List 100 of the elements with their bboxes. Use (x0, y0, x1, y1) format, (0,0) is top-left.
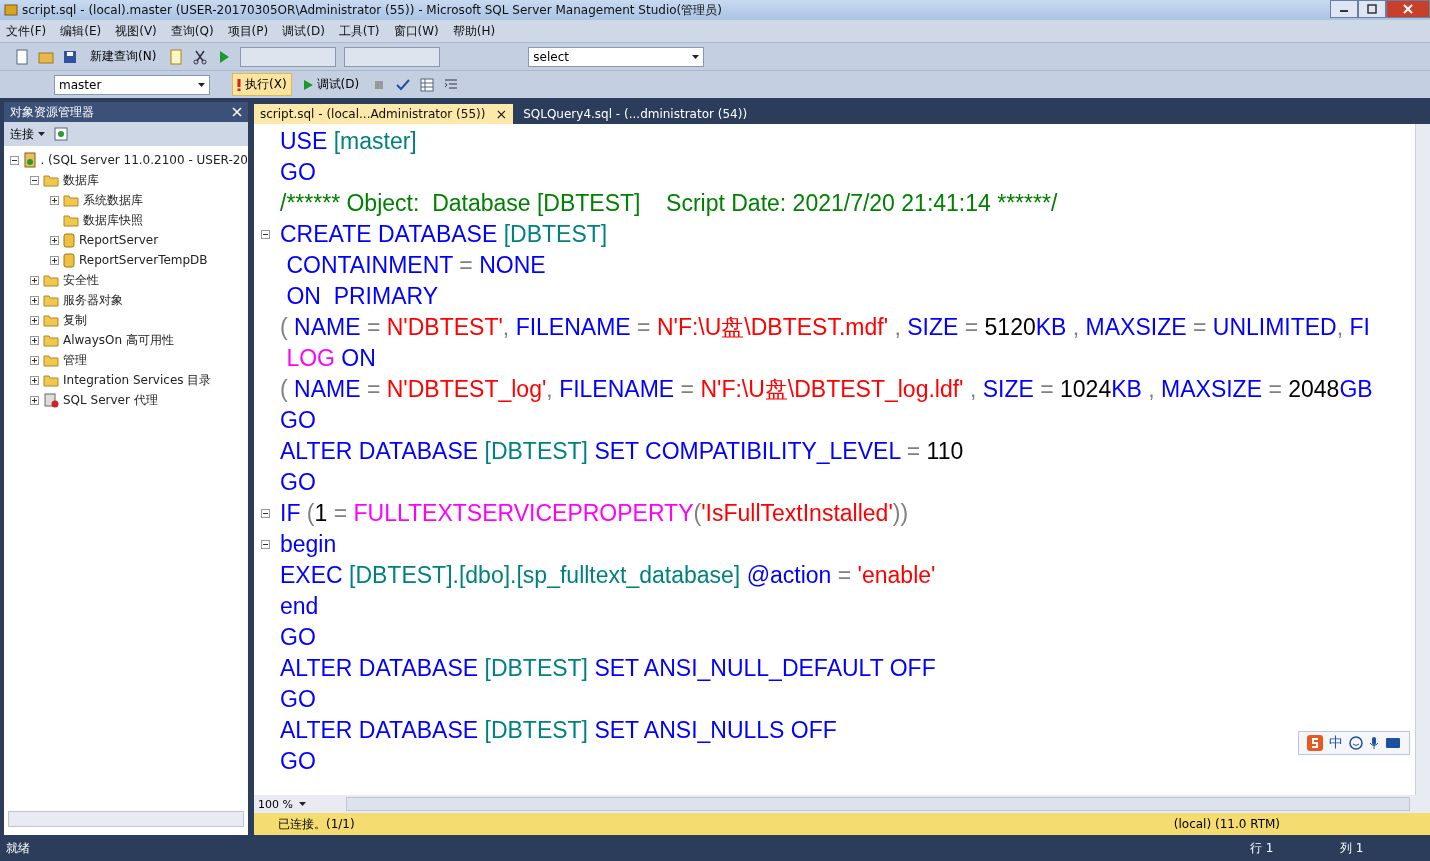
code-line: ALTER DATABASE [DBTEST] SET COMPATIBILITY_LEVEL = 110 (280, 438, 964, 465)
code-line: begin (280, 531, 337, 558)
menu-item[interactable]: 项目(P) (227, 22, 269, 40)
tree-item[interactable]: 管理 (63, 351, 87, 369)
expand-icon[interactable] (50, 195, 59, 205)
code-line: end (280, 593, 319, 620)
code-line: USE [master] (280, 128, 417, 155)
folder-icon (43, 373, 59, 387)
menu-item[interactable]: 查询(Q) (170, 22, 214, 40)
tree-item[interactable]: 服务器对象 (63, 291, 123, 309)
folder-icon (43, 313, 59, 327)
server-icon (23, 152, 37, 168)
expand-icon[interactable] (30, 395, 39, 405)
code-line: /****** Object: Database [DBTEST] Script Date: 2021/7/20 21:41:14 ******/ (280, 190, 1058, 217)
folder-icon (43, 353, 59, 367)
document-icon[interactable] (14, 48, 30, 65)
horizontal-scrollbar[interactable] (8, 811, 244, 827)
tree-item[interactable]: 数据库快照 (83, 211, 143, 229)
menu-item[interactable]: 文件(F) (6, 22, 47, 40)
menu-item[interactable]: 工具(T) (338, 22, 380, 40)
collapse-icon[interactable] (10, 155, 19, 165)
code-line: CONTAINMENT = NONE (285, 252, 546, 279)
database-dropdown[interactable]: master (54, 74, 210, 95)
expand-icon[interactable] (30, 375, 39, 385)
tree-item[interactable]: AlwaysOn 高可用性 (63, 331, 174, 349)
minimize-button[interactable] (1330, 0, 1358, 18)
keyboard-icon (1385, 737, 1401, 749)
tree-item[interactable]: Integration Services 目录 (63, 371, 212, 389)
caret-icon (692, 54, 700, 59)
expand-icon[interactable] (30, 335, 39, 345)
ime-toolbar[interactable]: 中 (1298, 731, 1410, 755)
code-line: GO (280, 469, 316, 496)
tree-item[interactable]: 复制 (63, 311, 87, 329)
tree-item[interactable]: ReportServer (79, 233, 159, 247)
folder-icon (43, 273, 59, 287)
collapse-icon[interactable] (30, 175, 39, 185)
close-button[interactable] (1386, 0, 1430, 18)
expand-icon[interactable] (30, 295, 39, 305)
folder-icon (63, 213, 79, 227)
connect-button[interactable]: 连接 (10, 125, 45, 143)
close-icon (1403, 4, 1413, 14)
microphone-icon (1369, 736, 1379, 750)
menu-item[interactable]: 帮助(H) (452, 22, 496, 40)
debug-button[interactable]: 调试(D) (299, 74, 364, 95)
caret-icon (198, 82, 205, 87)
refresh-icon[interactable] (53, 126, 69, 142)
expand-icon[interactable] (30, 275, 39, 285)
tree-item[interactable]: 安全性 (63, 271, 99, 289)
column-number: 列 1 (1340, 839, 1365, 857)
maximize-button[interactable] (1358, 0, 1386, 18)
expand-icon[interactable] (50, 235, 59, 245)
app-icon (4, 3, 18, 17)
caret-icon (38, 132, 45, 136)
dropdown-field[interactable] (240, 46, 337, 67)
line-number: 行 1 (1250, 839, 1275, 857)
code-line: ALTER DATABASE [DBTEST] SET ANSI_NULL_DEFAULT OFF (280, 655, 936, 682)
tree-item[interactable]: . (SQL Server 11.0.2100 - USER-20 (40, 153, 248, 167)
collapse-icon[interactable] (261, 230, 270, 239)
code-line: GO (280, 748, 316, 775)
tree-item[interactable]: SQL Server 代理 (63, 391, 158, 409)
exclamation-icon (237, 78, 241, 91)
horizontal-scrollbar[interactable] (346, 797, 1410, 811)
scissors-icon[interactable] (192, 48, 209, 65)
code-line: CREATE DATABASE [DBTEST] (280, 221, 608, 248)
code-line: ( NAME = N'DBTEST', FILENAME = N'F:\U盘\DBTEST.mdf' , SIZE = 5120KB , MAXSIZE = UNLIMITED, FI (280, 313, 1370, 342)
save-icon[interactable] (62, 48, 78, 65)
close-icon[interactable] (232, 107, 242, 117)
editor-tab[interactable]: SQLQuery4.sql - (...dministrator (54)) (517, 104, 754, 124)
code-line: ALTER DATABASE [DBTEST] SET ANSI_NULLS OFF (280, 717, 837, 744)
menu-item[interactable]: 窗口(W) (393, 22, 439, 40)
execute-button[interactable]: 执行(X) (232, 73, 292, 96)
new-query-button[interactable]: 新建查询(N) (86, 46, 161, 67)
tree-item[interactable]: 数据库 (63, 171, 99, 189)
editor-tab[interactable]: script.sql - (local...Administrator (55)) × (254, 104, 514, 124)
folder-icon (63, 193, 79, 207)
caret-icon (298, 802, 306, 806)
vertical-scrollbar[interactable] (1415, 124, 1430, 795)
ime-logo-icon (1307, 735, 1323, 751)
dropdown-field[interactable] (344, 46, 441, 67)
menu-item[interactable]: 调试(D) (282, 22, 325, 40)
zoom-dropdown[interactable]: 100 % (254, 797, 338, 811)
database-icon (63, 252, 75, 268)
expand-icon[interactable] (50, 255, 59, 265)
window-title: script.sql - (local).master (USER-20170305OR\Administrator (55)) - Microsoft SQL Server Management Studio(管理员) (22, 1, 723, 19)
agent-icon (43, 392, 59, 408)
tree-item[interactable]: ReportServerTempDB (79, 253, 208, 267)
collapse-icon[interactable] (261, 509, 270, 518)
folder-icon (43, 333, 59, 347)
folder-icon (43, 293, 59, 307)
expand-icon[interactable] (30, 355, 39, 365)
panel-title: 对象资源管理器 (10, 103, 94, 121)
expand-icon[interactable] (30, 315, 39, 325)
grid-icon[interactable] (419, 76, 436, 93)
tree-item[interactable]: 系统数据库 (83, 191, 143, 209)
menu-item[interactable]: 编辑(E) (60, 22, 102, 40)
code-line: GO (280, 159, 316, 186)
search-dropdown[interactable]: select (528, 46, 705, 67)
connection-status: 已连接。(1/1) (278, 815, 355, 833)
menu-item[interactable]: 视图(V) (115, 22, 157, 40)
collapse-icon[interactable] (261, 540, 270, 549)
